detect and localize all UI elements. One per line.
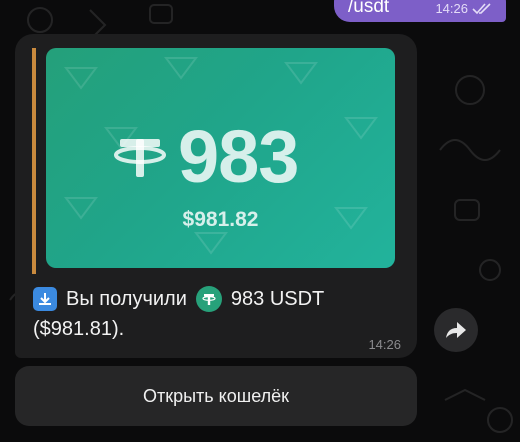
tether-icon <box>195 286 222 312</box>
wallet-icon <box>33 287 57 311</box>
share-arrow-icon <box>446 322 466 338</box>
incoming-message-bubble[interactable]: 983 $981.82 Вы получили 983 USDT ($981.8… <box>15 34 417 358</box>
outgoing-message-meta: 14:26 <box>435 1 492 16</box>
usdt-amount-card[interactable]: 983 $981.82 <box>46 48 395 268</box>
outgoing-message-bubble[interactable]: /usdt 14:26 <box>334 0 506 22</box>
received-amount: 983 USDT <box>230 288 325 310</box>
card-amount-row: 983 <box>112 115 299 198</box>
received-usd-value: ($981.81). <box>33 318 125 340</box>
received-label: Вы получили <box>66 288 187 310</box>
forward-button[interactable] <box>434 308 478 352</box>
open-wallet-button[interactable]: Открыть кошелёк <box>15 366 417 426</box>
outgoing-message-time: 14:26 <box>435 1 468 16</box>
message-text: Вы получили 983 USDT ($981.81). <box>33 284 373 344</box>
message-line-1: Вы получили 983 USDT <box>33 284 373 314</box>
preview-card-container: 983 $981.82 <box>32 48 410 274</box>
tether-icon <box>114 139 166 177</box>
card-usd-value: $981.82 <box>182 208 259 231</box>
message-time: 14:26 <box>368 337 401 352</box>
open-wallet-label: Открыть кошелёк <box>142 385 290 406</box>
message-line-2: ($981.81). <box>33 314 373 344</box>
card-amount: 983 <box>178 115 299 198</box>
double-check-icon <box>472 2 491 14</box>
outgoing-message-text: /usdt <box>348 0 390 17</box>
